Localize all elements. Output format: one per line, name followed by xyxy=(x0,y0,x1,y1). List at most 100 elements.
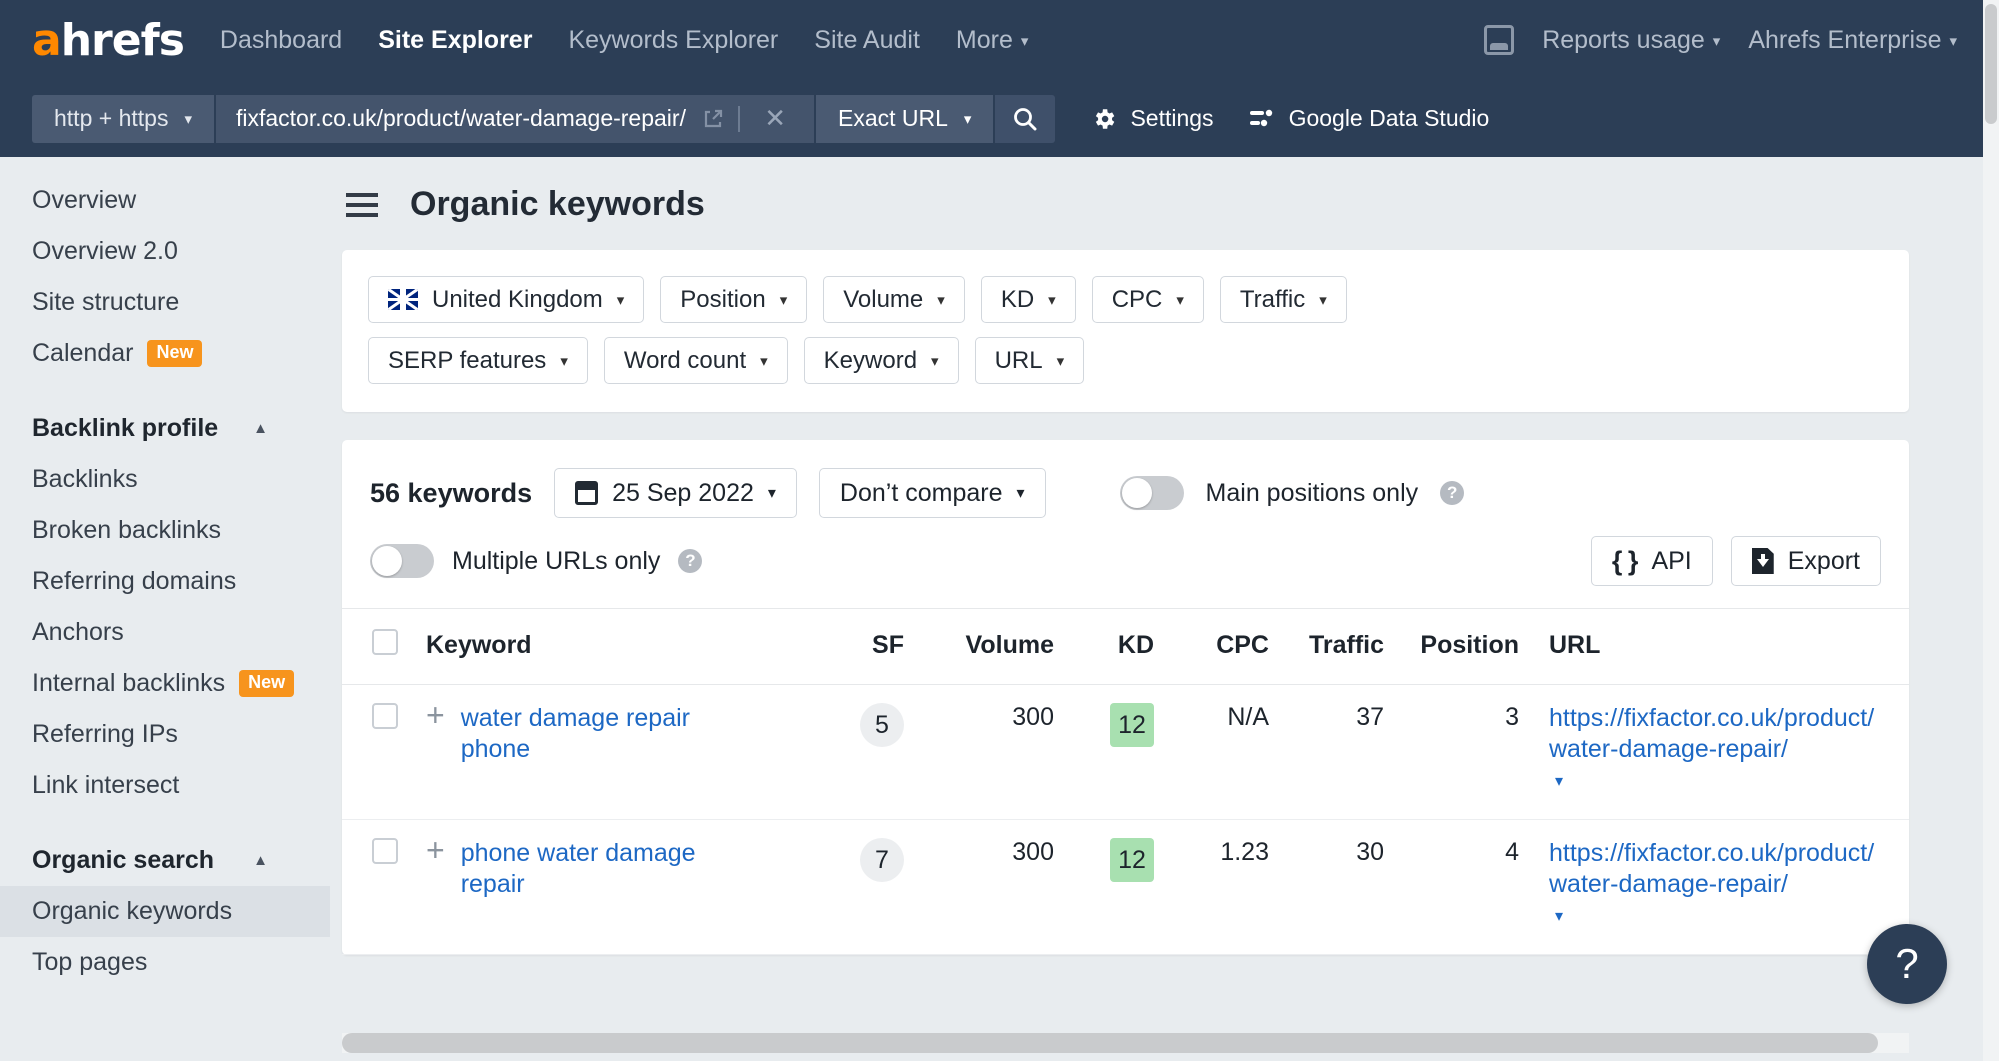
filter-url[interactable]: URL▾ xyxy=(975,337,1085,384)
google-data-studio-button[interactable]: Google Data Studio xyxy=(1248,105,1490,132)
url-link[interactable]: https://fixfactor.co.uk/product/water-da… xyxy=(1549,703,1889,764)
url-link[interactable]: https://fixfactor.co.uk/product/water-da… xyxy=(1549,838,1889,899)
page-scrollbar-thumb[interactable] xyxy=(1985,4,1997,124)
sidebar-item-internal-backlinks[interactable]: Internal backlinks New xyxy=(0,658,330,709)
chevron-down-icon[interactable]: ▾ xyxy=(1555,908,1563,925)
site-explorer-search-bar: http + https ▾ fixfactor.co.uk/product/w… xyxy=(0,80,1999,157)
select-all-checkbox[interactable] xyxy=(372,629,398,655)
column-header-cpc[interactable]: CPC xyxy=(1154,609,1269,685)
filter-word-count[interactable]: Word count▾ xyxy=(604,337,788,384)
inbox-icon[interactable] xyxy=(1484,25,1514,55)
sidebar-item-site-structure[interactable]: Site structure xyxy=(0,277,330,328)
sidebar-item-referring-domains[interactable]: Referring domains xyxy=(0,556,330,607)
chevron-down-icon: ▾ xyxy=(1017,483,1025,503)
hamburger-icon[interactable] xyxy=(342,189,382,221)
chevron-down-icon: ▾ xyxy=(931,352,939,370)
toolbar-row-1: 56 keywords 25 Sep 2022 ▾ Don’t compare … xyxy=(370,468,1881,518)
sidebar-item-anchors[interactable]: Anchors xyxy=(0,607,330,658)
match-mode-select[interactable]: Exact URL ▾ xyxy=(814,95,993,143)
column-header-keyword[interactable]: Keyword xyxy=(412,609,809,685)
sidebar-section-backlink-profile[interactable]: Backlink profile ▲ xyxy=(0,403,330,454)
help-button[interactable]: ? xyxy=(1867,924,1947,1004)
nav-item-more[interactable]: More▾ xyxy=(956,26,1029,55)
filter-cpc[interactable]: CPC▾ xyxy=(1092,276,1204,323)
reports-usage-menu[interactable]: Reports usage▾ xyxy=(1542,26,1720,55)
calendar-icon xyxy=(575,481,598,505)
sidebar-item-calendar[interactable]: Calendar New xyxy=(0,328,330,379)
cell-cpc: 1.23 xyxy=(1154,820,1269,955)
protocol-select[interactable]: http + https ▾ xyxy=(32,95,214,143)
filter-country[interactable]: United Kingdom ▾ xyxy=(368,276,644,323)
column-header-url[interactable]: URL xyxy=(1519,609,1909,685)
filter-volume[interactable]: Volume▾ xyxy=(823,276,965,323)
column-header-traffic[interactable]: Traffic xyxy=(1269,609,1384,685)
sidebar-item-top-pages[interactable]: Top pages xyxy=(0,937,330,988)
date-picker[interactable]: 25 Sep 2022 ▾ xyxy=(554,468,797,518)
multiple-urls-toggle[interactable] xyxy=(370,544,434,578)
sidebar-navigation: Overview Overview 2.0 Site structure Cal… xyxy=(0,157,330,1061)
row-select-cell xyxy=(342,685,412,820)
column-header-sf[interactable]: SF xyxy=(809,609,904,685)
filter-kd[interactable]: KD▾ xyxy=(981,276,1076,323)
protocol-label: http + https xyxy=(54,105,168,132)
expand-row-icon[interactable]: + xyxy=(426,703,445,729)
main-positions-toggle[interactable] xyxy=(1120,476,1184,510)
chevron-down-icon: ▾ xyxy=(964,110,972,128)
clear-input-icon[interactable]: ✕ xyxy=(754,103,796,134)
sf-badge: 5 xyxy=(860,703,904,747)
filter-position[interactable]: Position▾ xyxy=(660,276,807,323)
row-checkbox[interactable] xyxy=(372,838,398,864)
help-icon[interactable]: ? xyxy=(678,549,702,573)
chevron-down-icon[interactable]: ▾ xyxy=(1555,773,1563,790)
logo-letter-a: a xyxy=(32,15,61,66)
keyword-link[interactable]: phone water damage repair xyxy=(461,838,731,899)
page-scrollbar[interactable] xyxy=(1983,0,1999,1061)
account-menu[interactable]: Ahrefs Enterprise▾ xyxy=(1748,26,1957,55)
sidebar-item-label: Overview 2.0 xyxy=(32,237,178,266)
horizontal-scrollbar[interactable] xyxy=(342,1033,1909,1053)
nav-item-dashboard[interactable]: Dashboard xyxy=(220,26,342,55)
column-header-kd[interactable]: KD xyxy=(1054,609,1154,685)
api-button[interactable]: { } API xyxy=(1591,536,1713,586)
sidebar-item-backlinks[interactable]: Backlinks xyxy=(0,454,330,505)
filter-serp-features[interactable]: SERP features▾ xyxy=(368,337,588,384)
filter-label: United Kingdom xyxy=(432,286,603,314)
nav-item-site-audit[interactable]: Site Audit xyxy=(814,26,920,55)
search-button[interactable] xyxy=(993,95,1055,143)
filter-traffic[interactable]: Traffic▾ xyxy=(1220,276,1347,323)
sidebar-item-referring-ips[interactable]: Referring IPs xyxy=(0,709,330,760)
ahrefs-logo[interactable]: ahrefs xyxy=(32,15,184,66)
sidebar-item-link-intersect[interactable]: Link intersect xyxy=(0,760,330,811)
column-header-volume[interactable]: Volume xyxy=(904,609,1054,685)
export-button[interactable]: Export xyxy=(1731,536,1881,586)
sidebar-item-overview[interactable]: Overview xyxy=(0,175,330,226)
filter-keyword[interactable]: Keyword▾ xyxy=(804,337,959,384)
sidebar-section-organic-search[interactable]: Organic search ▲ xyxy=(0,835,330,886)
horizontal-scrollbar-thumb[interactable] xyxy=(342,1033,1878,1053)
keyword-link[interactable]: water damage repair phone xyxy=(461,703,731,764)
chevron-down-icon: ▾ xyxy=(1048,291,1056,309)
toolbar-row-2: Multiple URLs only ? { } API Export xyxy=(370,536,1881,586)
sidebar-item-organic-keywords[interactable]: Organic keywords xyxy=(0,886,330,937)
filter-label: Position xyxy=(680,286,765,314)
expand-row-icon[interactable]: + xyxy=(426,838,445,864)
help-icon[interactable]: ? xyxy=(1440,481,1464,505)
top-navigation-bar: ahrefs Dashboard Site Explorer Keywords … xyxy=(0,0,1999,80)
sidebar-item-broken-backlinks[interactable]: Broken backlinks xyxy=(0,505,330,556)
url-input[interactable]: fixfactor.co.uk/product/water-damage-rep… xyxy=(214,95,814,143)
organic-keywords-table: Keyword SF Volume KD CPC Traffic Positio… xyxy=(342,608,1909,955)
compare-select[interactable]: Don’t compare ▾ xyxy=(819,468,1046,518)
nav-item-keywords-explorer[interactable]: Keywords Explorer xyxy=(568,26,778,55)
cell-sf: 7 xyxy=(809,820,904,955)
column-header-position[interactable]: Position xyxy=(1384,609,1519,685)
sidebar-item-overview-2[interactable]: Overview 2.0 xyxy=(0,226,330,277)
nav-item-site-explorer[interactable]: Site Explorer xyxy=(378,26,532,55)
settings-button[interactable]: Settings xyxy=(1091,105,1213,132)
cell-volume: 300 xyxy=(904,820,1054,955)
cell-traffic: 30 xyxy=(1269,820,1384,955)
sidebar-item-label: Calendar xyxy=(32,339,133,368)
nav-label: Dashboard xyxy=(220,26,342,54)
page-header: Organic keywords xyxy=(330,157,1999,224)
external-link-icon[interactable] xyxy=(702,108,724,130)
row-checkbox[interactable] xyxy=(372,703,398,729)
